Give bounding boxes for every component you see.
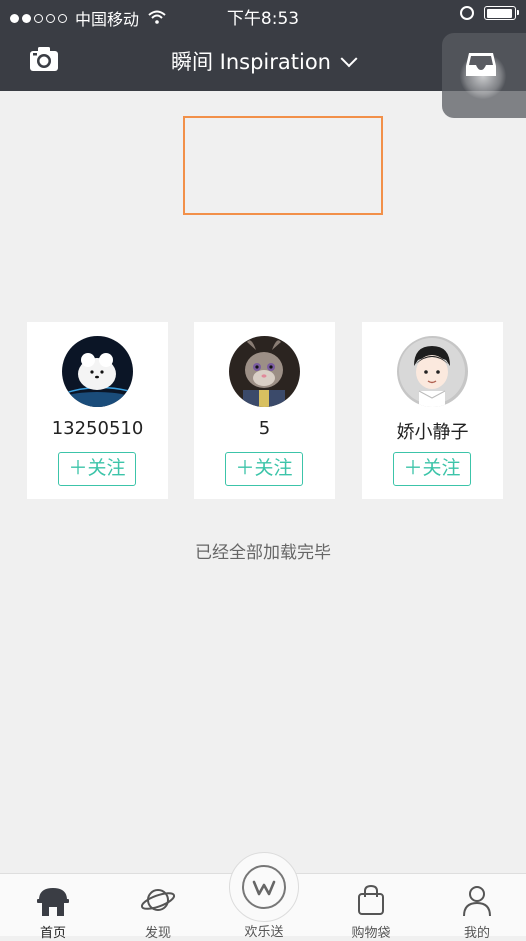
battery-icon	[484, 6, 519, 20]
planet-icon	[140, 889, 176, 911]
tab-profile[interactable]: 我的	[437, 874, 517, 941]
tab-label: 首页	[39, 926, 66, 941]
inbox-button[interactable]	[442, 33, 526, 118]
user-card[interactable]: 13250510 ＋关注	[27, 322, 168, 499]
avatar[interactable]	[62, 336, 133, 407]
tab-label: 我的	[463, 926, 490, 941]
center-action-button[interactable]	[229, 852, 299, 922]
follow-button[interactable]: ＋关注	[393, 452, 471, 486]
chevron-down-icon	[340, 50, 358, 68]
page-title: 瞬间 Inspiration	[170, 50, 331, 74]
alarm-icon	[460, 6, 474, 20]
user-card[interactable]: 5 ＋关注	[194, 322, 335, 499]
avatar[interactable]	[229, 336, 300, 407]
user-name: 13250510	[51, 418, 144, 439]
home-icon	[37, 888, 69, 916]
profile-icon	[463, 886, 491, 917]
tab-discover[interactable]: 发现	[118, 874, 198, 941]
shopping-bag-icon	[358, 884, 384, 915]
avatar[interactable]	[397, 336, 468, 407]
inbox-tray-icon	[466, 53, 496, 76]
follow-button[interactable]: ＋关注	[225, 452, 303, 486]
tab-label: 购物袋	[351, 926, 391, 941]
user-name: 5	[258, 418, 271, 439]
status-bar: 中国移动 下午8:53	[0, 0, 526, 30]
tab-home[interactable]: 首页	[13, 874, 93, 941]
user-name: 娇小静子	[396, 422, 469, 443]
status-time: 下午8:53	[226, 9, 300, 29]
w-logo-icon	[242, 865, 286, 909]
tab-label: 发现	[144, 926, 171, 941]
tab-shopping-bag[interactable]: 购物袋	[331, 874, 411, 941]
follow-button[interactable]: ＋关注	[58, 452, 136, 486]
tab-label-center: 欢乐送	[244, 925, 284, 940]
user-card[interactable]: 娇小静子 ＋关注	[362, 322, 503, 499]
highlight-frame	[183, 116, 383, 215]
load-complete-text: 已经全部加载完毕	[195, 543, 331, 563]
